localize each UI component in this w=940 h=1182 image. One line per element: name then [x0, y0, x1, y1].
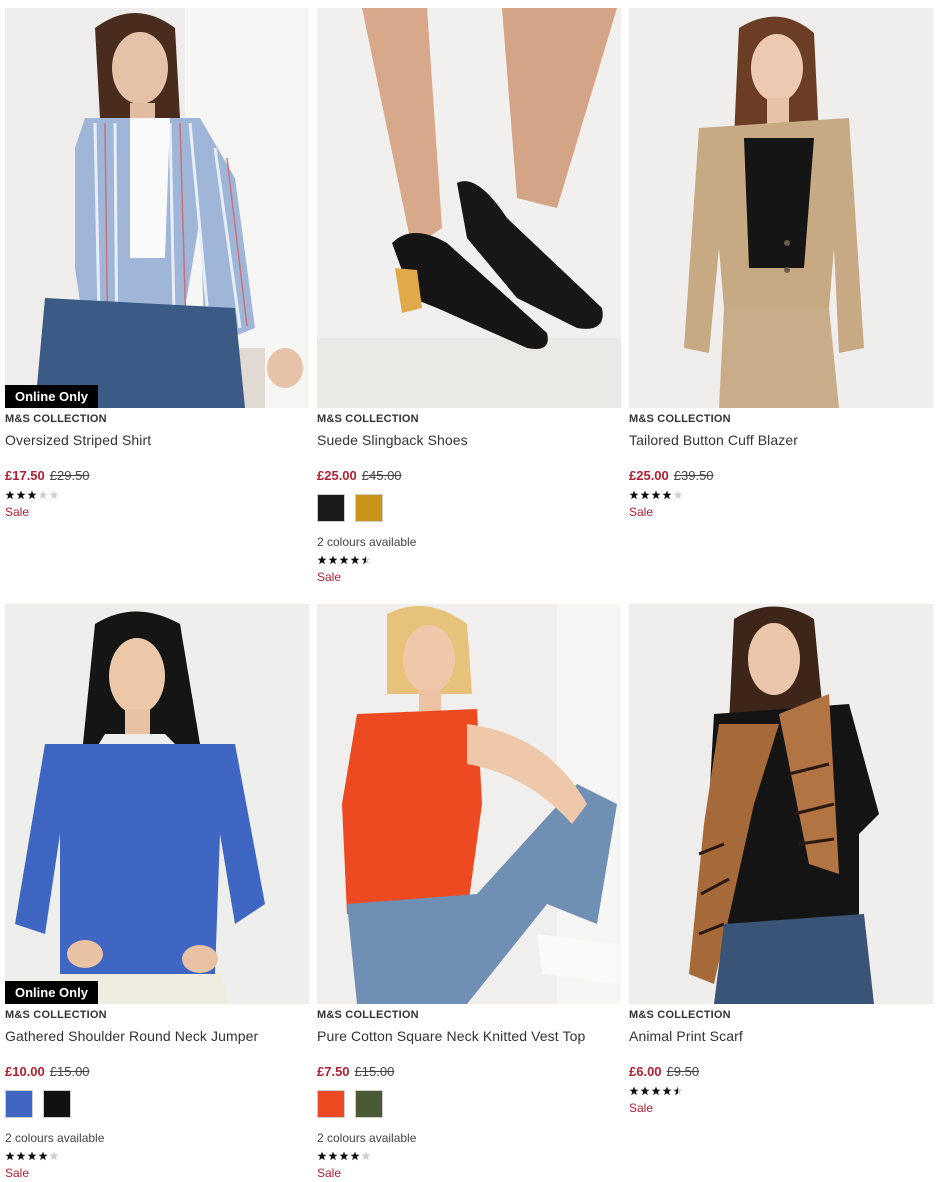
- star-icon: [328, 1151, 338, 1161]
- product-card[interactable]: Online Only M&S COLLECTION Oversized Str…: [5, 8, 309, 519]
- colour-swatch-khaki[interactable]: [355, 1090, 383, 1118]
- star-icon: [38, 490, 48, 500]
- sale-label: Sale: [629, 1101, 654, 1115]
- star-icon: [350, 555, 360, 565]
- price-now: £25.00: [317, 468, 357, 483]
- price-now: £7.50: [317, 1064, 350, 1079]
- product-brand: M&S COLLECTION: [5, 413, 107, 425]
- product-price: £6.00 £9.50: [629, 1064, 933, 1080]
- rating-stars: [629, 1086, 933, 1098]
- online-only-badge: Online Only: [5, 981, 98, 1004]
- sale-label: Sale: [5, 505, 30, 519]
- colours-available: 2 colours available: [317, 535, 417, 549]
- star-icon: [629, 490, 639, 500]
- rating-stars: [317, 555, 621, 567]
- star-icon: [317, 1151, 327, 1161]
- product-brand: M&S COLLECTION: [629, 1009, 731, 1021]
- price-was: £39.50: [673, 468, 714, 483]
- product-image-gathered-shoulder-jumper[interactable]: Online Only: [5, 604, 309, 1004]
- product-title[interactable]: Tailored Button Cuff Blazer: [629, 432, 933, 450]
- star-icon: [38, 1151, 48, 1161]
- product-image-animal-print-scarf[interactable]: [629, 604, 933, 1004]
- star-icon: [662, 490, 672, 500]
- rating-stars: [5, 1151, 309, 1163]
- rating-stars: [5, 490, 309, 502]
- star-icon: [629, 1086, 639, 1096]
- product-image-suede-slingback-shoes[interactable]: [317, 8, 621, 408]
- price-was: £15.00: [354, 1064, 395, 1079]
- sale-label: Sale: [317, 1166, 342, 1180]
- product-brand: M&S COLLECTION: [629, 413, 731, 425]
- product-image-tailored-button-cuff-blazer[interactable]: [629, 8, 933, 408]
- price-was: £9.50: [666, 1064, 700, 1079]
- star-icon: [339, 1151, 349, 1161]
- product-price: £10.00 £15.00: [5, 1064, 309, 1080]
- star-icon: [49, 490, 59, 500]
- rating-stars: [317, 1151, 621, 1163]
- online-only-badge: Online Only: [5, 385, 98, 408]
- star-icon: [5, 490, 15, 500]
- colour-swatches: [5, 1090, 309, 1120]
- colour-swatch-ochre[interactable]: [355, 494, 383, 522]
- product-price: £25.00 £39.50: [629, 468, 933, 484]
- product-title[interactable]: Suede Slingback Shoes: [317, 432, 621, 450]
- product-title[interactable]: Oversized Striped Shirt: [5, 432, 309, 450]
- star-icon: [361, 1151, 371, 1161]
- price-now: £17.50: [5, 468, 45, 483]
- price-now: £6.00: [629, 1064, 662, 1079]
- star-icon: [317, 555, 327, 565]
- star-icon: [662, 1086, 672, 1096]
- star-icon: [27, 490, 37, 500]
- product-brand: M&S COLLECTION: [317, 1009, 419, 1021]
- product-brand: M&S COLLECTION: [317, 413, 419, 425]
- product-title[interactable]: Pure Cotton Square Neck Knitted Vest Top: [317, 1028, 621, 1046]
- product-title[interactable]: Gathered Shoulder Round Neck Jumper: [5, 1028, 309, 1046]
- product-price: £17.50 £29.50: [5, 468, 309, 484]
- star-icon: [673, 490, 683, 500]
- colour-swatches: [317, 494, 621, 524]
- product-card[interactable]: M&S COLLECTION Suede Slingback Shoes £25…: [317, 8, 621, 584]
- star-icon: [27, 1151, 37, 1161]
- sale-label: Sale: [629, 505, 654, 519]
- product-price: £7.50 £15.00: [317, 1064, 621, 1080]
- product-card[interactable]: M&S COLLECTION Animal Print Scarf £6.00 £…: [629, 604, 933, 1115]
- star-icon: [16, 490, 26, 500]
- sale-label: Sale: [5, 1166, 30, 1180]
- product-card[interactable]: M&S COLLECTION Pure Cotton Square Neck K…: [317, 604, 621, 1180]
- star-icon: [49, 1151, 59, 1161]
- colour-swatch-blue[interactable]: [5, 1090, 33, 1118]
- product-image-oversized-striped-shirt[interactable]: Online Only: [5, 8, 309, 408]
- colour-swatches: [317, 1090, 621, 1120]
- star-icon: [651, 490, 661, 500]
- star-icon: [339, 555, 349, 565]
- price-was: £15.00: [49, 1064, 90, 1079]
- star-icon: [640, 1086, 650, 1096]
- colour-swatch-orange[interactable]: [317, 1090, 345, 1118]
- price-now: £10.00: [5, 1064, 45, 1079]
- colour-swatch-black[interactable]: [43, 1090, 71, 1118]
- price-now: £25.00: [629, 468, 669, 483]
- star-icon: [16, 1151, 26, 1161]
- rating-stars: [629, 490, 933, 502]
- product-card[interactable]: M&S COLLECTION Tailored Button Cuff Blaz…: [629, 8, 933, 519]
- star-icon: [350, 1151, 360, 1161]
- price-was: £29.50: [49, 468, 90, 483]
- star-icon: [651, 1086, 661, 1096]
- product-card[interactable]: Online Only M&S COLLECTION Gathered Shou…: [5, 604, 309, 1180]
- product-price: £25.00 £45.00: [317, 468, 621, 484]
- product-title[interactable]: Animal Print Scarf: [629, 1028, 933, 1046]
- star-icon: [361, 555, 371, 565]
- price-was: £45.00: [361, 468, 402, 483]
- star-icon: [5, 1151, 15, 1161]
- product-brand: M&S COLLECTION: [5, 1009, 107, 1021]
- product-image-knitted-vest-top[interactable]: [317, 604, 621, 1004]
- star-icon: [673, 1086, 683, 1096]
- colours-available: 2 colours available: [5, 1131, 105, 1145]
- star-icon: [640, 490, 650, 500]
- colours-available: 2 colours available: [317, 1131, 417, 1145]
- colour-swatch-black[interactable]: [317, 494, 345, 522]
- star-icon: [328, 555, 338, 565]
- sale-label: Sale: [317, 570, 342, 584]
